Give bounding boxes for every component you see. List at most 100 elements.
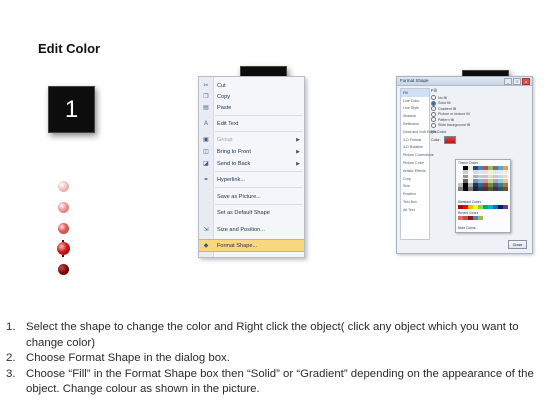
color-swatch[interactable]	[473, 183, 478, 187]
color-swatch[interactable]	[503, 187, 508, 192]
menu-item-paste[interactable]: ▤ Paste	[199, 102, 304, 113]
color-swatch[interactable]	[478, 216, 483, 220]
color-swatch[interactable]	[458, 170, 463, 175]
menu-item-save-as-picture[interactable]: Save as Picture...	[199, 191, 304, 202]
color-swatch[interactable]	[498, 187, 503, 192]
menu-item-cut[interactable]: ✂ Cut	[199, 80, 304, 91]
close-icon[interactable]: x	[522, 78, 530, 85]
menu-item-bring-to-front[interactable]: ◫ Bring to Front ▶	[199, 146, 304, 157]
color-swatch[interactable]	[463, 216, 468, 220]
color-swatch[interactable]	[478, 178, 483, 183]
help-button[interactable]: ?	[513, 78, 521, 85]
color-swatch[interactable]	[483, 178, 488, 183]
color-swatch[interactable]	[503, 183, 508, 187]
shape-bead-medium[interactable]	[58, 223, 69, 234]
color-swatch[interactable]	[463, 178, 468, 183]
color-swatch[interactable]	[473, 174, 478, 179]
category-crop[interactable]: Crop	[401, 175, 429, 183]
menu-item-send-to-back[interactable]: ◪ Send to Back ▶	[199, 158, 304, 169]
category-text-box[interactable]: Text Box	[401, 198, 429, 206]
category-3d-format[interactable]: 3-D Format	[401, 136, 429, 144]
color-swatch[interactable]	[483, 187, 488, 192]
color-swatch[interactable]	[478, 170, 483, 175]
color-swatch[interactable]	[503, 205, 508, 209]
color-dropdown-button[interactable]	[443, 136, 456, 144]
color-swatch[interactable]	[498, 170, 503, 175]
color-swatch[interactable]	[503, 178, 508, 183]
category-shadow[interactable]: Shadow	[401, 112, 429, 120]
color-swatch[interactable]	[468, 170, 473, 175]
color-swatch[interactable]	[468, 216, 473, 220]
color-swatch[interactable]	[458, 178, 463, 183]
menu-item-set-default-shape[interactable]: Set as Default Shape	[199, 207, 304, 218]
color-swatch[interactable]	[493, 174, 498, 179]
color-swatch[interactable]	[473, 178, 478, 183]
category-fill[interactable]: Fill	[401, 89, 429, 97]
menu-item-size-and-position[interactable]: ⇲ Size and Position...	[199, 224, 304, 235]
color-swatch[interactable]	[488, 166, 493, 170]
shape-bead-dark[interactable]	[58, 264, 69, 275]
color-swatch[interactable]	[478, 183, 483, 187]
color-swatch[interactable]	[468, 166, 473, 170]
color-swatch[interactable]	[488, 205, 493, 209]
color-swatch[interactable]	[483, 205, 488, 209]
category-position[interactable]: Position	[401, 190, 429, 198]
color-swatch[interactable]	[493, 166, 498, 170]
color-swatch[interactable]	[458, 174, 463, 179]
color-swatch[interactable]	[468, 178, 473, 183]
category-line-color[interactable]: Line Color	[401, 97, 429, 105]
color-swatch[interactable]	[478, 174, 483, 179]
category-glow[interactable]: Glow and Soft Edges	[401, 128, 437, 136]
color-swatch[interactable]	[488, 178, 493, 183]
color-swatch[interactable]	[468, 183, 473, 187]
color-swatch[interactable]	[463, 187, 468, 192]
color-swatch[interactable]	[463, 205, 468, 209]
option-slide-background-fill[interactable]: Slide background fill	[431, 122, 528, 129]
color-swatch[interactable]	[493, 205, 498, 209]
color-swatch[interactable]	[503, 166, 508, 170]
more-colors-link[interactable]: More Colors...	[458, 226, 478, 230]
color-swatch[interactable]	[473, 205, 478, 209]
category-size[interactable]: Size	[401, 183, 429, 191]
category-picture-corrections[interactable]: Picture Corrections	[401, 151, 434, 159]
color-swatch[interactable]	[493, 187, 498, 192]
color-swatch[interactable]	[483, 170, 488, 175]
category-line-style[interactable]: Line Style	[401, 105, 429, 113]
color-swatch[interactable]	[458, 216, 463, 220]
color-swatch[interactable]	[463, 174, 468, 179]
color-swatch[interactable]	[468, 205, 473, 209]
color-swatch[interactable]	[488, 170, 493, 175]
color-swatch[interactable]	[478, 166, 483, 170]
color-swatch[interactable]	[488, 187, 493, 192]
menu-item-copy[interactable]: ❐ Copy	[199, 91, 304, 102]
category-3d-rotation[interactable]: 3-D Rotation	[401, 144, 429, 152]
color-swatch[interactable]	[468, 187, 473, 192]
color-swatch[interactable]	[483, 183, 488, 187]
menu-item-format-shape[interactable]: ◆ Format Shape...	[199, 239, 304, 252]
color-swatch[interactable]	[463, 170, 468, 175]
color-swatch[interactable]	[503, 170, 508, 175]
color-swatch[interactable]	[498, 183, 503, 187]
color-swatch[interactable]	[493, 178, 498, 183]
category-reflection[interactable]: Reflection	[401, 120, 429, 128]
shape-bead-pale[interactable]	[58, 202, 69, 213]
color-swatch[interactable]	[463, 166, 468, 170]
color-swatch[interactable]	[478, 187, 483, 192]
color-swatch[interactable]	[483, 174, 488, 179]
color-swatch[interactable]	[498, 205, 503, 209]
color-swatch[interactable]	[498, 166, 503, 170]
category-artistic-effects[interactable]: Artistic Effects	[401, 167, 429, 175]
color-swatch[interactable]	[503, 174, 508, 179]
close-button[interactable]: Close	[508, 240, 527, 249]
menu-item-edit-text[interactable]: A Edit Text	[199, 118, 304, 129]
color-swatch[interactable]	[493, 170, 498, 175]
color-swatch[interactable]	[498, 174, 503, 179]
menu-item-group[interactable]: ▣ Group ▶	[199, 134, 304, 145]
color-swatch[interactable]	[473, 166, 478, 170]
category-picture-color[interactable]: Picture Color	[401, 159, 429, 167]
color-swatch[interactable]	[498, 178, 503, 183]
color-swatch[interactable]	[458, 183, 463, 187]
shape-bead-light[interactable]	[58, 181, 69, 192]
color-swatch[interactable]	[473, 170, 478, 175]
menu-item-hyperlink[interactable]: ⚭ Hyperlink...	[199, 174, 304, 185]
